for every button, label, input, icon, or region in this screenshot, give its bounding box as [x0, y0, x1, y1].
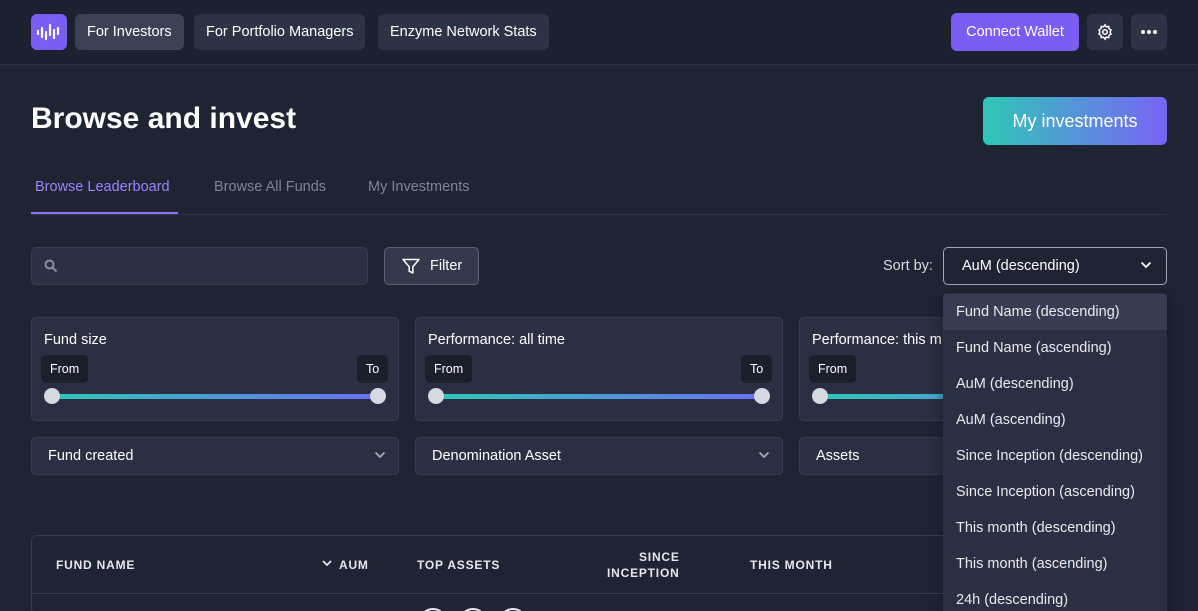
sort-options-menu: Fund Name (descending) Fund Name (ascend… [943, 293, 1167, 611]
range-from-label: From [425, 355, 473, 383]
enzyme-logo[interactable] [31, 14, 67, 50]
sort-chevron-down-icon[interactable] [322, 560, 332, 567]
more-options-button[interactable] [1131, 14, 1167, 50]
tab-browse-all-funds[interactable]: Browse All Funds [214, 179, 326, 195]
tab-my-investments[interactable]: My Investments [368, 179, 470, 195]
column-header-since[interactable]: SINCE [639, 550, 680, 564]
sort-option[interactable]: AuM (descending) [943, 366, 1167, 402]
tab-browse-leaderboard[interactable]: Browse Leaderboard [35, 179, 170, 195]
range-card-title: Performance: all time [428, 332, 565, 348]
dropdown-label: Assets [816, 448, 860, 464]
nav-for-investors[interactable]: For Investors [75, 14, 184, 50]
denomination-asset-dropdown[interactable]: Denomination Asset [415, 437, 783, 475]
sort-option[interactable]: Fund Name (descending) [943, 294, 1167, 330]
range-slider-track [436, 394, 762, 399]
nav-for-portfolio-managers[interactable]: For Portfolio Managers [194, 14, 366, 50]
range-to-label: To [357, 355, 389, 383]
range-slider-min-handle[interactable] [428, 388, 444, 404]
sort-option[interactable]: 24h (descending) [943, 582, 1167, 611]
sort-option[interactable]: Fund Name (ascending) [943, 330, 1167, 366]
column-header-fund-name[interactable]: FUND NAME [56, 558, 135, 572]
range-from-label: From [809, 355, 857, 383]
search-input[interactable] [31, 247, 368, 285]
performance-all-time-range-card: Performance: all time From To [415, 317, 783, 421]
my-investments-button[interactable]: My investments [983, 97, 1167, 145]
dropdown-label: Denomination Asset [432, 448, 561, 464]
range-from-label: From [41, 355, 89, 383]
fund-size-range-card: Fund size From To [31, 317, 399, 421]
page-title: Browse and invest [31, 102, 297, 135]
sort-select-value: AuM (descending) [962, 258, 1080, 274]
sort-option[interactable]: Since Inception (ascending) [943, 474, 1167, 510]
column-header-inception[interactable]: INCEPTION [607, 566, 680, 580]
range-card-title: Performance: this m [812, 332, 942, 348]
filter-label: Filter [430, 258, 463, 274]
column-header-this-month[interactable]: THIS MONTH [750, 558, 833, 572]
waveform-logo-icon [36, 23, 60, 41]
range-slider-max-handle[interactable] [754, 388, 770, 404]
gear-icon [1097, 23, 1113, 41]
filter-icon [402, 258, 420, 274]
chevron-down-icon [758, 451, 770, 459]
sort-option[interactable]: Since Inception (descending) [943, 438, 1167, 474]
sort-by-label: Sort by: [883, 258, 933, 274]
more-icon [1141, 30, 1157, 34]
filter-button[interactable]: Filter [384, 247, 479, 285]
active-tab-indicator [31, 212, 178, 214]
range-slider-min-handle[interactable] [44, 388, 60, 404]
sort-select[interactable]: AuM (descending) [943, 247, 1167, 285]
settings-button[interactable] [1087, 14, 1123, 50]
range-to-label: To [741, 355, 773, 383]
sort-option[interactable]: AuM (ascending) [943, 402, 1167, 438]
tabs-divider [31, 214, 1167, 215]
column-header-aum[interactable]: AUM [339, 558, 369, 572]
range-card-title: Fund size [44, 332, 107, 348]
connect-wallet-button[interactable]: Connect Wallet [951, 13, 1079, 51]
sort-option[interactable]: This month (descending) [943, 510, 1167, 546]
sort-option[interactable]: This month (ascending) [943, 546, 1167, 582]
chevron-down-icon [374, 451, 386, 459]
chevron-down-icon [1140, 261, 1152, 269]
range-slider-track [52, 394, 378, 399]
range-slider-min-handle[interactable] [812, 388, 828, 404]
top-navigation-bar: For Investors For Portfolio Managers Enz… [0, 0, 1198, 65]
range-slider-max-handle[interactable] [370, 388, 386, 404]
search-icon [44, 259, 58, 273]
fund-created-dropdown[interactable]: Fund created [31, 437, 399, 475]
column-header-top-assets: TOP ASSETS [417, 558, 501, 572]
nav-network-stats[interactable]: Enzyme Network Stats [378, 14, 549, 50]
dropdown-label: Fund created [48, 448, 134, 464]
